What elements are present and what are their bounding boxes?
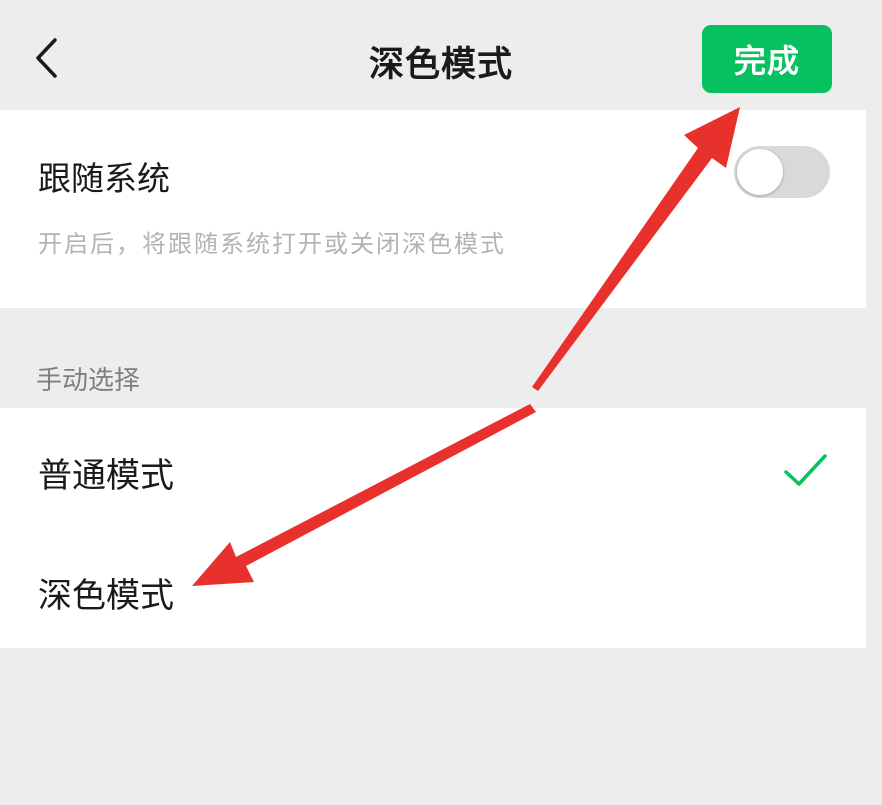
- follow-system-description: 开启后，将跟随系统打开或关闭深色模式: [38, 230, 506, 258]
- manual-select-header: 手动选择: [36, 366, 141, 396]
- checkmark-icon: [784, 454, 827, 486]
- navigation-bar: 深色模式 完成: [0, 0, 882, 110]
- toggle-knob: [737, 149, 783, 195]
- follow-system-card: [0, 110, 866, 308]
- done-button[interactable]: 完成: [702, 25, 832, 93]
- follow-system-label: 跟随系统: [38, 159, 170, 198]
- follow-system-toggle[interactable]: [734, 146, 830, 198]
- mode-option-label: 普通模式: [38, 456, 174, 496]
- mode-option-dark[interactable]: 深色模式: [0, 528, 866, 648]
- mode-option-normal[interactable]: 普通模式: [0, 408, 866, 528]
- mode-option-label: 深色模式: [38, 576, 174, 616]
